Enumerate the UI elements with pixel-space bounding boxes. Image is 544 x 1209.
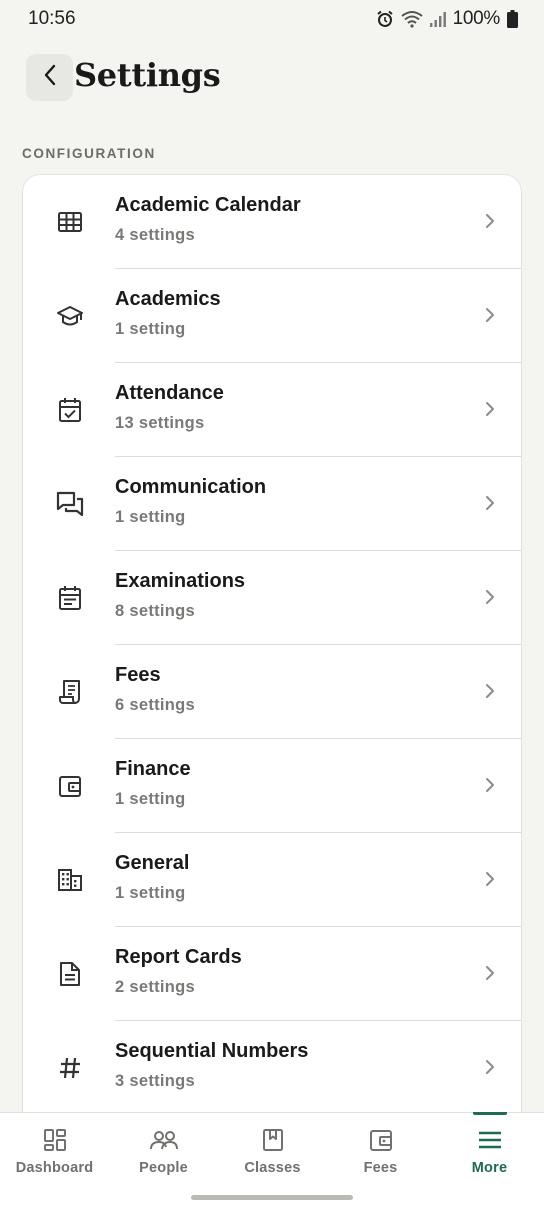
signal-icon — [429, 11, 446, 27]
settings-row-count: 4 settings — [115, 226, 196, 244]
chevron-right-icon — [484, 964, 496, 982]
chevron-right-icon — [484, 776, 496, 794]
back-button[interactable] — [26, 54, 73, 101]
hash-icon — [56, 1054, 84, 1082]
nav-more[interactable]: More — [435, 1113, 544, 1183]
settings-row-general[interactable]: General 1 setting — [23, 833, 521, 927]
settings-row-label: Attendance — [115, 382, 224, 404]
home-indicator[interactable] — [191, 1195, 353, 1200]
dashboard-icon — [43, 1127, 67, 1153]
settings-row-academics[interactable]: Academics 1 setting — [23, 269, 521, 363]
settings-row-label: Academic Calendar — [115, 194, 301, 216]
graduation-cap-icon — [56, 302, 84, 330]
chevron-right-icon — [484, 588, 496, 606]
nav-fees[interactable]: Fees — [326, 1113, 435, 1183]
settings-row-label: Fees — [115, 664, 161, 686]
nav-label: People — [139, 1160, 188, 1176]
settings-row-count: 1 setting — [115, 790, 186, 808]
settings-row-label: Academics — [115, 288, 221, 310]
status-time: 10:56 — [28, 8, 76, 29]
settings-row-count: 13 settings — [115, 414, 205, 432]
settings-row-count: 6 settings — [115, 696, 196, 714]
chevron-right-icon — [484, 400, 496, 418]
settings-row-label: Finance — [115, 758, 191, 780]
settings-row-count: 1 setting — [115, 884, 186, 902]
chevron-right-icon — [484, 1058, 496, 1076]
building-icon — [56, 866, 84, 894]
book-icon — [262, 1127, 284, 1153]
chevron-left-icon — [43, 64, 57, 91]
nav-label: Dashboard — [15, 1160, 94, 1176]
nav-classes[interactable]: Classes — [218, 1113, 327, 1183]
settings-row-label: Report Cards — [115, 946, 242, 968]
settings-row-finance[interactable]: Finance 1 setting — [23, 739, 521, 833]
document-icon — [56, 960, 84, 988]
menu-icon — [477, 1127, 503, 1153]
section-label: CONFIGURATION — [22, 146, 156, 161]
header: Settings — [0, 52, 544, 104]
nav-label: Fees — [363, 1160, 398, 1176]
settings-row-label: Communication — [115, 476, 267, 498]
calendar-check-icon — [56, 396, 84, 424]
chevron-right-icon — [484, 212, 496, 230]
settings-row-attendance[interactable]: Attendance 13 settings — [23, 363, 521, 457]
chat-bubbles-icon — [56, 490, 84, 518]
wallet-icon — [56, 772, 84, 800]
settings-row-count: 3 settings — [115, 1072, 196, 1090]
grid-table-icon — [56, 208, 84, 236]
settings-row-count: 1 setting — [115, 508, 186, 526]
page-title: Settings — [74, 56, 221, 94]
nav-dashboard[interactable]: Dashboard — [0, 1113, 109, 1183]
chevron-right-icon — [484, 306, 496, 324]
settings-row-examinations[interactable]: Examinations 8 settings — [23, 551, 521, 645]
settings-row-report-cards[interactable]: Report Cards 2 settings — [23, 927, 521, 1021]
settings-row-communication[interactable]: Communication 1 setting — [23, 457, 521, 551]
nav-people[interactable]: People — [109, 1113, 218, 1183]
settings-row-count: 2 settings — [115, 978, 196, 996]
nav-label: Classes — [244, 1160, 301, 1176]
status-icons: 100% — [376, 8, 518, 30]
settings-list: Academic Calendar 4 settings Academics 1… — [22, 174, 522, 1134]
settings-row-label: Examinations — [115, 570, 246, 592]
settings-row-label: Sequential Numbers — [115, 1040, 309, 1062]
calendar-list-icon — [56, 584, 84, 612]
settings-row-sequential-numbers[interactable]: Sequential Numbers 3 settings — [23, 1021, 521, 1115]
battery-percent: 100% — [452, 8, 501, 29]
people-icon — [149, 1127, 178, 1153]
status-bar: 10:56 100% — [0, 0, 544, 38]
chevron-right-icon — [484, 682, 496, 700]
settings-row-fees[interactable]: Fees 6 settings — [23, 645, 521, 739]
wallet-icon — [369, 1127, 393, 1153]
chevron-right-icon — [484, 870, 496, 888]
wifi-icon — [400, 10, 423, 28]
alarm-icon — [376, 10, 394, 28]
nav-label: More — [471, 1160, 508, 1176]
settings-row-count: 8 settings — [115, 602, 196, 620]
settings-row-label: General — [115, 852, 190, 874]
battery-icon — [507, 10, 518, 28]
receipt-icon — [56, 678, 84, 706]
settings-row-academic-calendar[interactable]: Academic Calendar 4 settings — [23, 175, 521, 269]
chevron-right-icon — [484, 494, 496, 512]
settings-row-count: 1 setting — [115, 320, 186, 338]
